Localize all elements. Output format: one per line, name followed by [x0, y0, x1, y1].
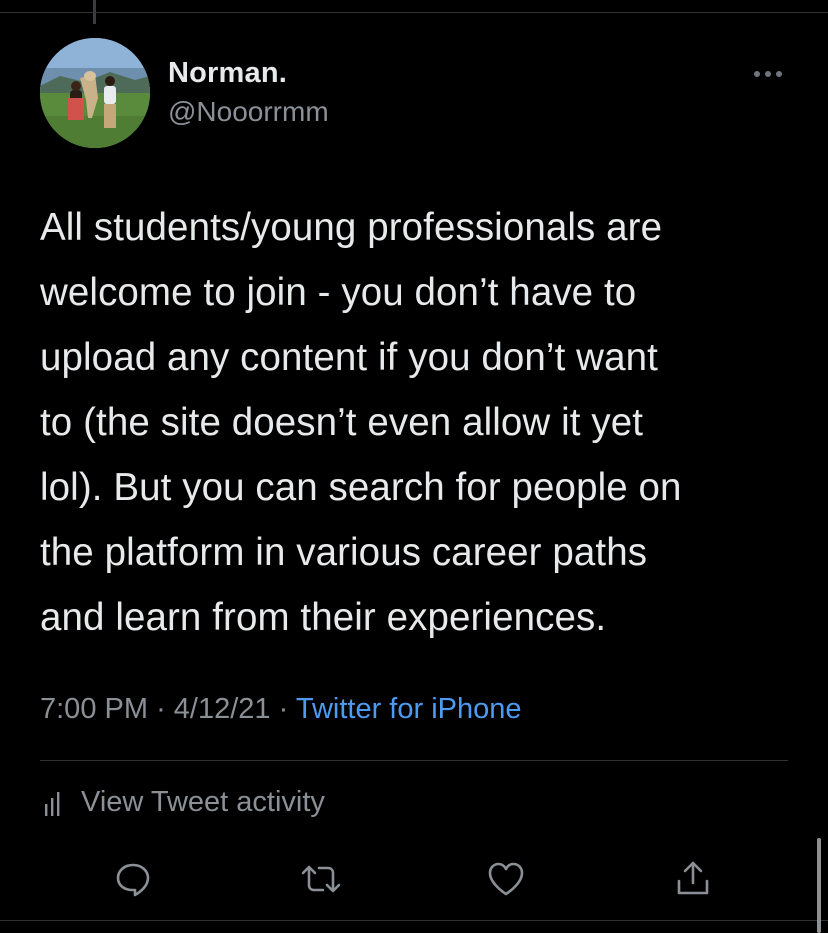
heart-icon: [488, 862, 524, 896]
thread-connector-line: [93, 0, 96, 24]
view-tweet-activity-label: View Tweet activity: [81, 785, 325, 818]
retweet-icon: [301, 865, 341, 893]
bar-chart-icon: [45, 792, 60, 816]
share-button[interactable]: [669, 855, 717, 903]
tweet-time[interactable]: 7:00 PM: [40, 693, 148, 725]
avatar-photo: [40, 38, 150, 148]
tweet-meta: 7:00 PM · 4/12/21 · Twitter for iPhone: [40, 693, 522, 726]
more-options-button[interactable]: [745, 60, 791, 88]
avatar[interactable]: [40, 38, 150, 148]
meta-separator: ·: [278, 693, 289, 725]
tweet-text: All students/young professionals are wel…: [40, 206, 682, 639]
tweet-date[interactable]: 4/12/21: [174, 693, 271, 725]
meta-separator: ·: [156, 693, 166, 725]
reply-button[interactable]: [109, 855, 157, 903]
view-tweet-activity-button[interactable]: View Tweet activity: [40, 784, 325, 820]
reply-icon: [116, 863, 150, 897]
top-divider: [0, 12, 828, 13]
more-dots-icon: [754, 71, 782, 77]
bottom-divider: [0, 920, 828, 921]
tweet-action-bar: [0, 855, 828, 905]
section-divider: [40, 760, 788, 761]
tweet-source-link[interactable]: Twitter for iPhone: [296, 693, 522, 725]
user-handle[interactable]: @Nooorrmm: [168, 96, 329, 128]
retweet-button[interactable]: [297, 855, 345, 903]
user-display-name[interactable]: Norman.: [168, 57, 287, 90]
share-icon: [677, 861, 709, 895]
like-button[interactable]: [482, 855, 530, 903]
scrollbar-thumb[interactable]: [817, 838, 821, 933]
